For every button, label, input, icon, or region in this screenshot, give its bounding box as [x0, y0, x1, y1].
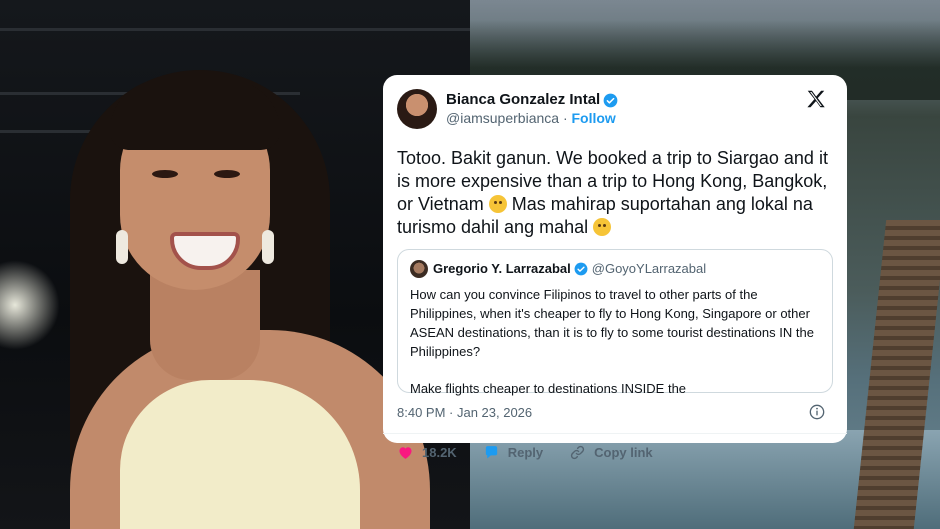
tweet-header: Bianca Gonzalez Intal @iamsuperbianca · … [397, 87, 833, 131]
info-icon[interactable] [809, 404, 825, 420]
x-logo-icon[interactable] [805, 88, 827, 110]
handle-separator: · [562, 110, 568, 126]
link-icon [570, 445, 585, 459]
like-button[interactable]: 18.2K [397, 444, 457, 461]
follow-button[interactable]: Follow [572, 110, 616, 126]
quoted-author-name: Gregorio Y. Larrazabal [433, 261, 571, 276]
copy-link-label: Copy link [594, 444, 653, 460]
author-avatar[interactable] [397, 89, 437, 129]
quoted-tweet-header: Gregorio Y. Larrazabal @GoyoYLarrazabal [410, 260, 820, 278]
quoted-paragraph-2: Make flights cheaper to destinations INS… [410, 381, 687, 396]
verified-badge-icon [574, 262, 588, 276]
copy-link-button[interactable]: Copy link [569, 444, 653, 461]
quoted-tweet-text: How can you convince Filipinos to travel… [410, 285, 820, 398]
quoted-author-avatar [410, 260, 428, 278]
tweet-actions: 18.2K Reply Copy link [397, 434, 833, 470]
confounded-face-emoji [593, 218, 612, 236]
tweet-text: Totoo. Bakit ganun. We booked a trip to … [397, 147, 837, 239]
verified-badge-icon [603, 93, 618, 107]
reply-label: Reply [507, 444, 544, 460]
tweet-card[interactable]: Bianca Gonzalez Intal @iamsuperbianca · … [383, 75, 847, 460]
timestamp[interactable]: 8:40 PM · Jan 23, 2026 [397, 405, 532, 420]
tweet-meta: 8:40 PM · Jan 23, 2026 [397, 403, 833, 421]
heart-icon [399, 446, 412, 459]
sad-face-emoji [488, 195, 507, 213]
author-info: Bianca Gonzalez Intal @iamsuperbianca · … [446, 91, 618, 127]
reply-button[interactable]: Reply [483, 444, 543, 461]
speech-bubble-icon [485, 445, 497, 459]
author-name[interactable]: Bianca Gonzalez Intal [446, 91, 600, 109]
author-handle[interactable]: @iamsuperbianca [446, 110, 559, 126]
likes-count: 18.2K [422, 444, 457, 460]
quoted-author-handle: @GoyoYLarrazabal [591, 261, 707, 276]
quoted-paragraph-1: How can you convince Filipinos to travel… [410, 287, 814, 359]
quoted-tweet[interactable]: Gregorio Y. Larrazabal @GoyoYLarrazabal … [397, 249, 833, 396]
